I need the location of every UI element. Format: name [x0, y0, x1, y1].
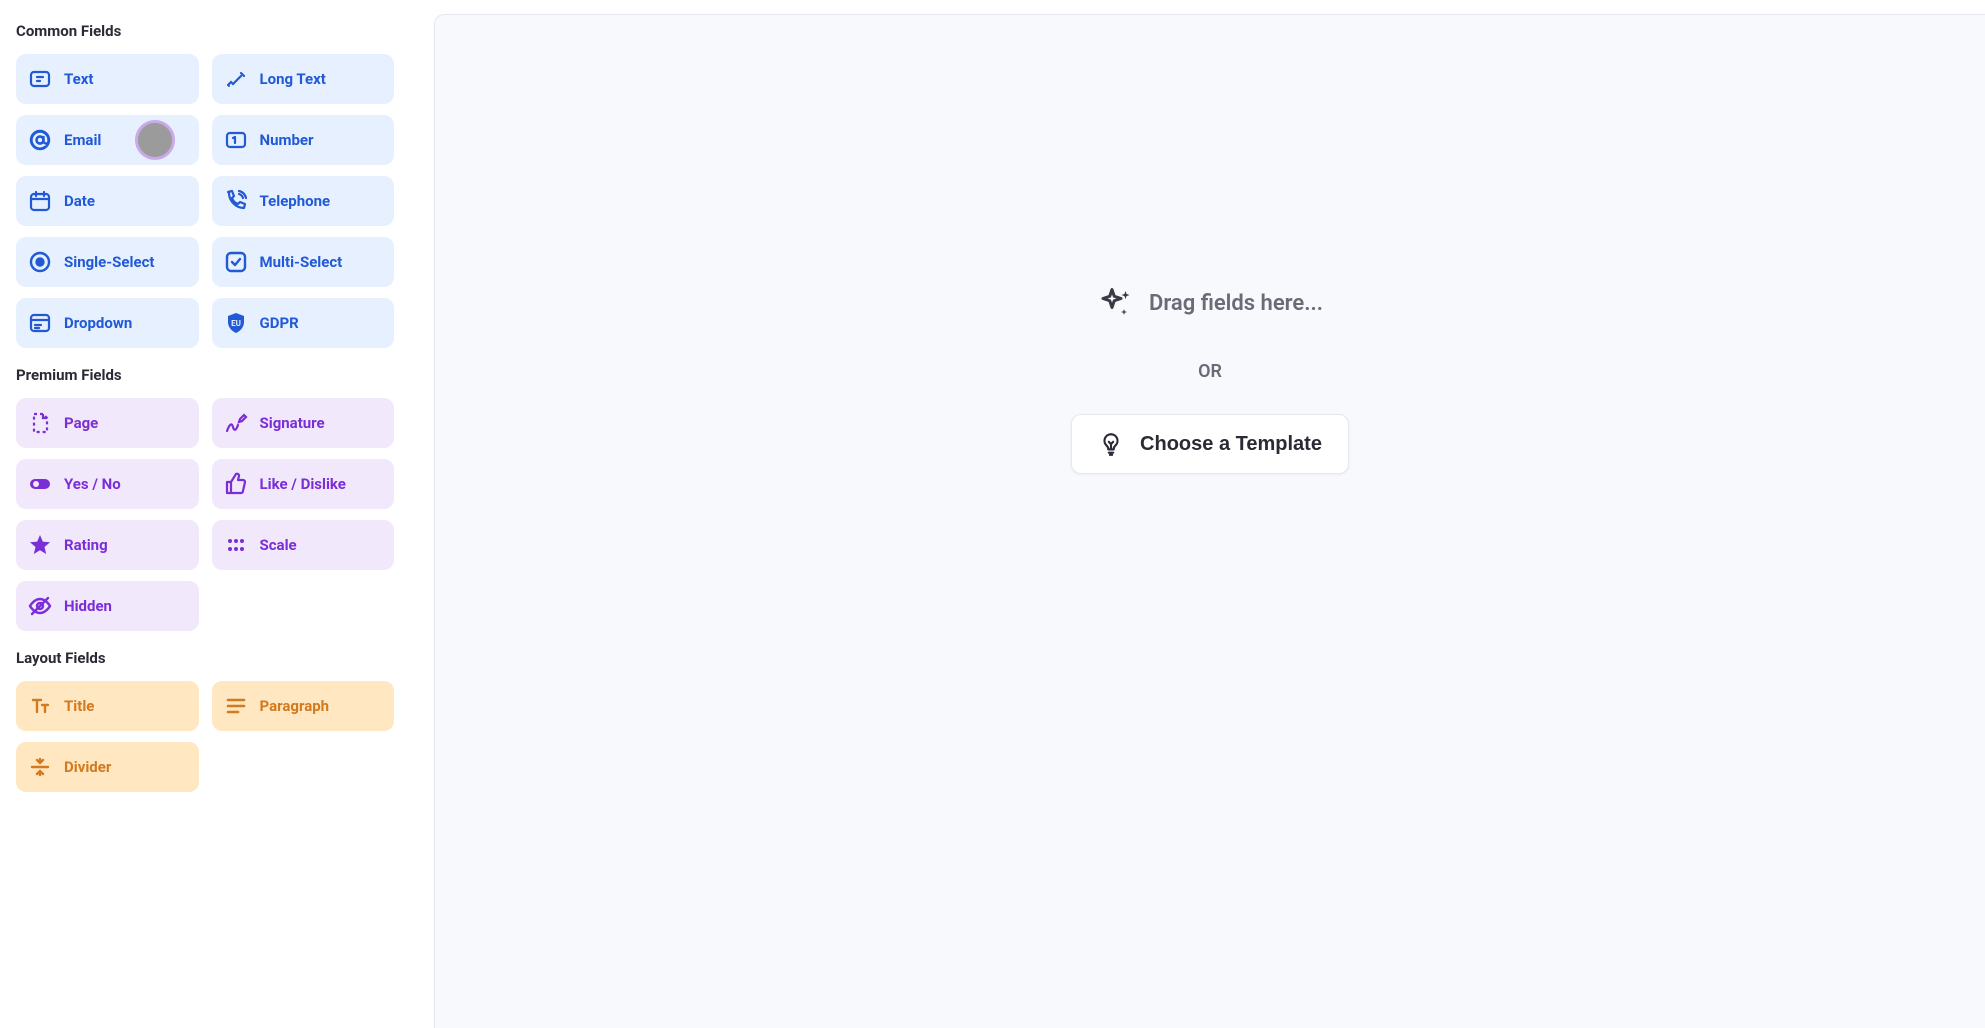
field-signature[interactable]: Signature	[212, 398, 395, 448]
cursor-indicator-icon	[135, 120, 175, 160]
field-scale[interactable]: Scale	[212, 520, 395, 570]
field-label: Long Text	[260, 70, 326, 88]
field-label: GDPR	[260, 314, 299, 332]
field-multi-select[interactable]: Multi-Select	[212, 237, 395, 287]
choose-template-button[interactable]: Choose a Template	[1071, 414, 1349, 474]
svg-text:EU: EU	[231, 319, 241, 328]
field-title[interactable]: Title	[16, 681, 199, 731]
drop-hint-text: Drag fields here...	[1149, 291, 1323, 316]
signature-icon	[224, 411, 248, 435]
text-icon	[28, 67, 52, 91]
section-header-layout: Layout Fields	[16, 649, 394, 667]
field-label: Multi-Select	[260, 253, 343, 271]
divider-icon	[28, 755, 52, 779]
section-header-common: Common Fields	[16, 22, 394, 40]
at-sign-icon	[28, 128, 52, 152]
field-label: Like / Dislike	[260, 475, 346, 493]
field-hidden[interactable]: Hidden	[16, 581, 199, 631]
field-label: Yes / No	[64, 475, 121, 493]
calendar-icon	[28, 189, 52, 213]
radio-icon	[28, 250, 52, 274]
field-label: Number	[260, 131, 314, 149]
field-label: Single-Select	[64, 253, 154, 271]
checkbox-icon	[224, 250, 248, 274]
star-icon	[28, 533, 52, 557]
field-label: Dropdown	[64, 314, 132, 332]
form-canvas[interactable]: Drag fields here... OR Choose a Template	[434, 14, 1985, 1028]
field-label: Scale	[260, 536, 297, 554]
field-label: Paragraph	[260, 697, 330, 715]
field-label: Signature	[260, 414, 325, 432]
fields-sidebar: Common Fields Text Long Text Email	[0, 0, 410, 1028]
eye-off-icon	[28, 594, 52, 618]
field-label: Title	[64, 697, 94, 715]
number-icon	[224, 128, 248, 152]
field-like-dislike[interactable]: Like / Dislike	[212, 459, 395, 509]
phone-icon	[224, 189, 248, 213]
field-yes-no[interactable]: Yes / No	[16, 459, 199, 509]
layout-fields-grid: Title Paragraph Divider	[16, 681, 394, 792]
thumbs-up-icon	[224, 472, 248, 496]
field-email[interactable]: Email	[16, 115, 199, 165]
field-label: Page	[64, 414, 98, 432]
lightbulb-icon	[1098, 431, 1124, 457]
or-separator: OR	[1198, 361, 1222, 382]
field-gdpr[interactable]: EU GDPR	[212, 298, 395, 348]
title-icon	[28, 694, 52, 718]
field-rating[interactable]: Rating	[16, 520, 199, 570]
page-icon	[28, 411, 52, 435]
sparkle-icon	[1097, 285, 1133, 321]
toggle-icon	[28, 472, 52, 496]
field-page[interactable]: Page	[16, 398, 199, 448]
field-number[interactable]: Number	[212, 115, 395, 165]
shield-eu-icon: EU	[224, 311, 248, 335]
field-label: Hidden	[64, 597, 112, 615]
field-long-text[interactable]: Long Text	[212, 54, 395, 104]
section-header-premium: Premium Fields	[16, 366, 394, 384]
field-label: Date	[64, 192, 95, 210]
long-text-icon	[224, 67, 248, 91]
field-dropdown[interactable]: Dropdown	[16, 298, 199, 348]
field-single-select[interactable]: Single-Select	[16, 237, 199, 287]
scale-icon	[224, 533, 248, 557]
field-telephone[interactable]: Telephone	[212, 176, 395, 226]
field-paragraph[interactable]: Paragraph	[212, 681, 395, 731]
premium-fields-grid: Page Signature Yes / No Like / Dislike R	[16, 398, 394, 631]
paragraph-icon	[224, 694, 248, 718]
drop-hint: Drag fields here...	[1097, 285, 1323, 321]
field-date[interactable]: Date	[16, 176, 199, 226]
field-label: Divider	[64, 758, 111, 776]
dropdown-icon	[28, 311, 52, 335]
common-fields-grid: Text Long Text Email Number	[16, 54, 394, 348]
field-label: Text	[64, 70, 93, 88]
field-label: Email	[64, 131, 101, 149]
field-divider[interactable]: Divider	[16, 742, 199, 792]
field-text[interactable]: Text	[16, 54, 199, 104]
field-label: Telephone	[260, 192, 331, 210]
field-label: Rating	[64, 536, 108, 554]
template-button-label: Choose a Template	[1140, 433, 1322, 456]
